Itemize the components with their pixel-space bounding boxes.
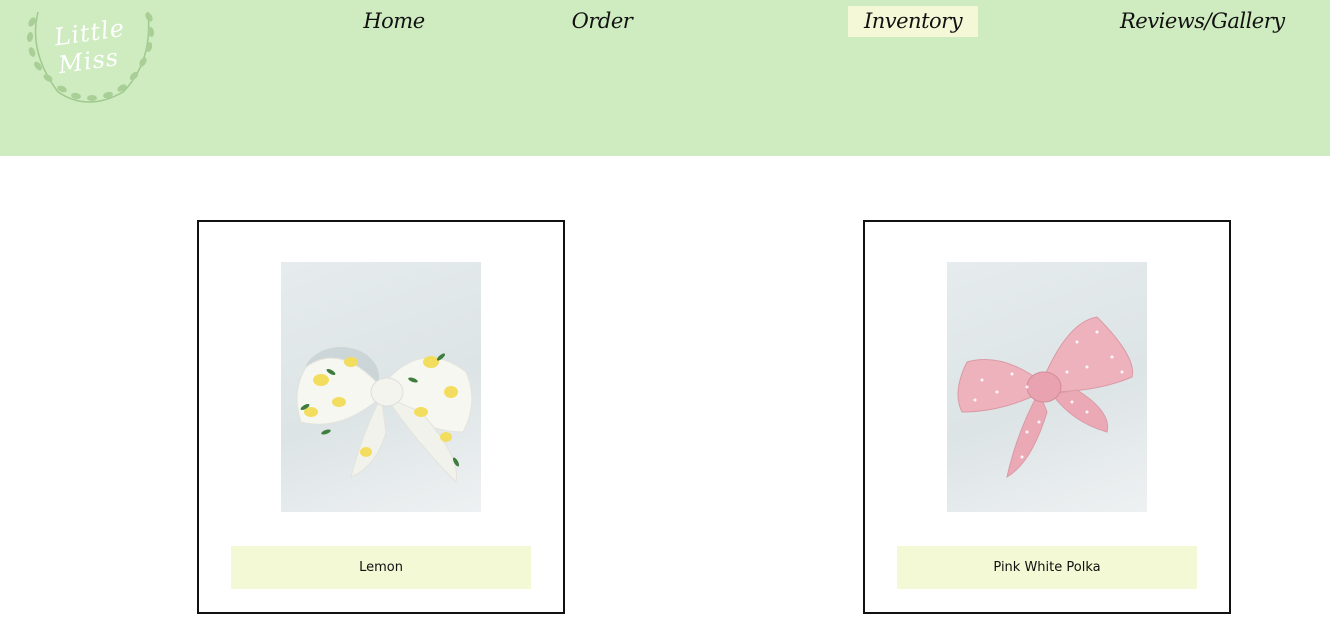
nav-order[interactable]: Order: [562, 6, 642, 37]
site-header: Little Miss Home Order Inventory Reviews…: [0, 0, 1330, 156]
pink-polka-bow-image[interactable]: [947, 262, 1147, 512]
product-card-lemon: Lemon: [197, 220, 565, 614]
product-name-label[interactable]: Lemon: [231, 546, 531, 589]
product-card-pink-white-polka: Pink White Polka: [863, 220, 1231, 614]
nav-reviews-gallery[interactable]: Reviews/Gallery: [1120, 6, 1285, 37]
nav-inventory[interactable]: Inventory: [848, 6, 978, 37]
bow-icon: [296, 347, 473, 484]
bow-icon: [957, 316, 1134, 479]
product-name-label[interactable]: Pink White Polka: [897, 546, 1197, 589]
lemon-print-bow-image[interactable]: [281, 262, 481, 512]
logo[interactable]: Little Miss: [18, 0, 163, 110]
nav-home[interactable]: Home: [352, 6, 436, 37]
